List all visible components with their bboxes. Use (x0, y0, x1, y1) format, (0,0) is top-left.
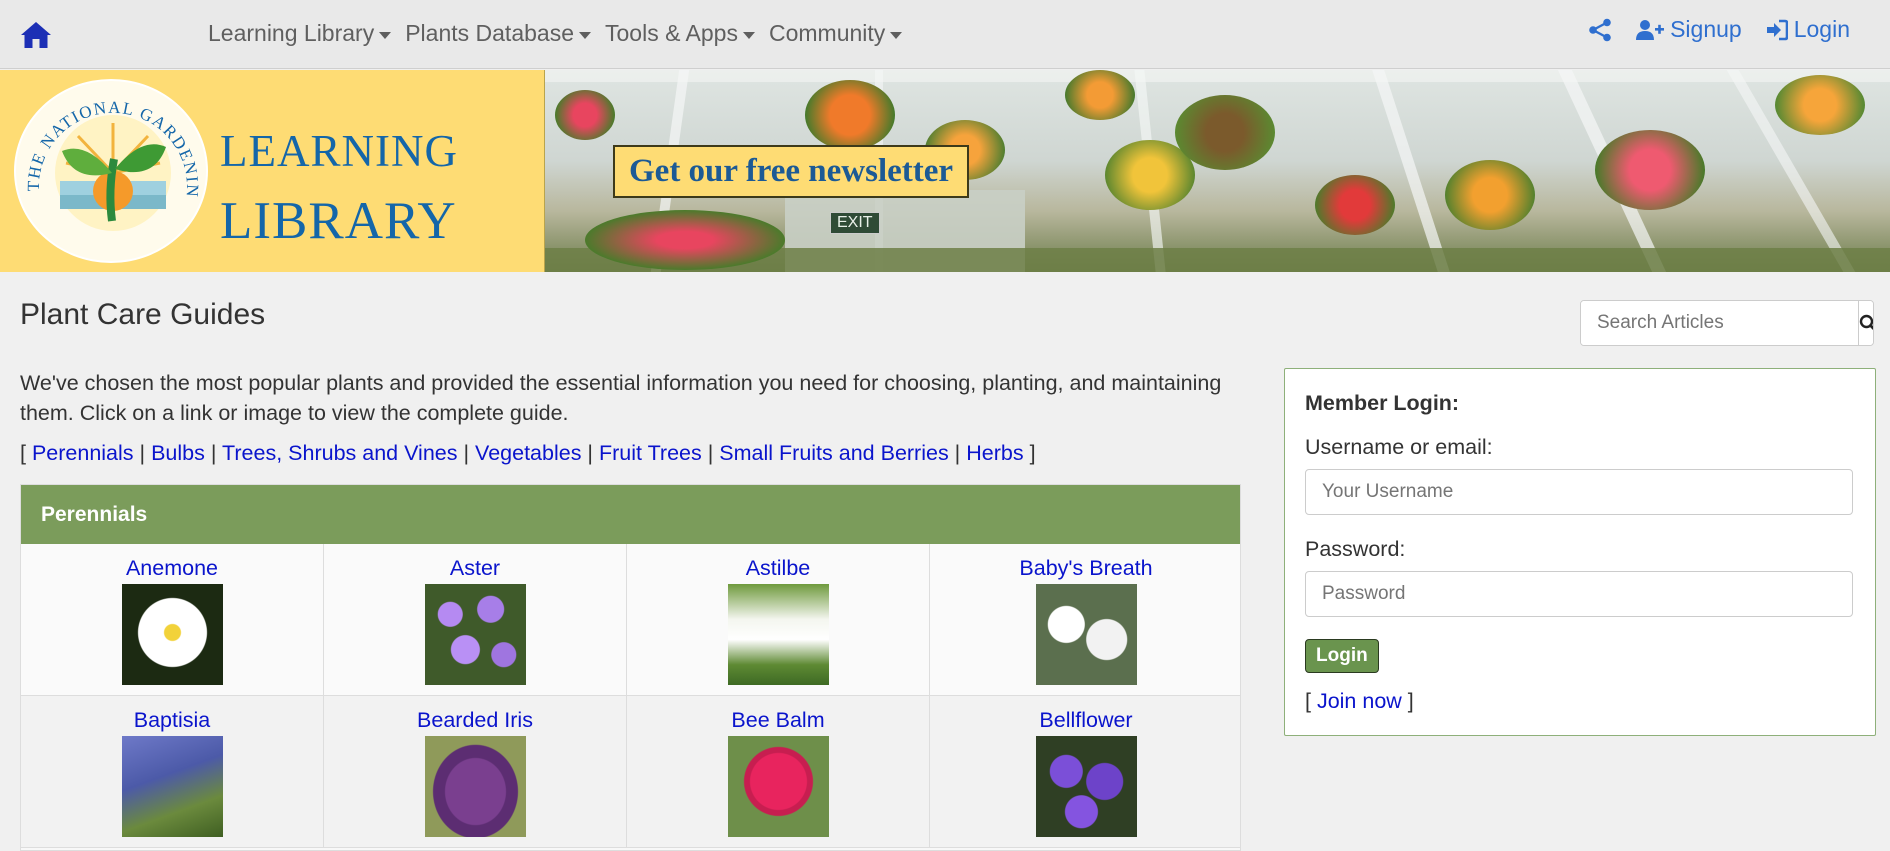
plant-link[interactable]: Aster (450, 556, 500, 581)
login-button[interactable]: Login (1305, 639, 1379, 673)
article-search (1580, 300, 1874, 346)
category-vegetables[interactable]: Vegetables (475, 441, 581, 465)
join-now-link[interactable]: Join now (1317, 689, 1402, 713)
plant-thumbnail[interactable] (121, 584, 223, 685)
plant-thumbnail[interactable] (727, 584, 829, 685)
username-label: Username or email: (1305, 435, 1493, 459)
menu-plants-database[interactable]: Plants Database (405, 20, 591, 47)
plant-thumbnail[interactable] (727, 736, 829, 837)
menu-community[interactable]: Community (769, 20, 903, 47)
category-herbs[interactable]: Herbs (966, 441, 1023, 465)
nga-seal-logo: THE NATIONAL GARDENING ASSOCIATION (14, 79, 208, 263)
category-trees-shrubs-vines[interactable]: Trees, Shrubs and Vines (222, 441, 457, 465)
plant-thumbnail[interactable] (424, 736, 526, 837)
signup-link[interactable]: Signup (1636, 16, 1742, 43)
greenhouse-photo: EXIT Get our free newsletter (545, 70, 1890, 272)
login-link[interactable]: Login (1766, 16, 1850, 43)
plant-card-bellflower[interactable]: Bellflower (930, 696, 1240, 848)
plant-link[interactable]: Astilbe (746, 556, 811, 581)
caret-down-icon (890, 31, 903, 39)
plant-card-bee-balm[interactable]: Bee Balm (627, 696, 930, 848)
share-icon (1589, 18, 1611, 41)
intro-text: We've chosen the most popular plants and… (20, 371, 1222, 425)
member-login-panel: Member Login: Username or email: Passwor… (1284, 368, 1876, 736)
join-now: [ Join now ] (1305, 689, 1414, 713)
plant-link[interactable]: Baptisia (134, 708, 211, 733)
newsletter-button[interactable]: Get our free newsletter (613, 145, 970, 198)
category-fruit-trees[interactable]: Fruit Trees (599, 441, 702, 465)
caret-down-icon (579, 31, 591, 39)
category-links: [ Perennials | Bulbs | Trees, Shrubs and… (20, 441, 1036, 465)
sign-in-icon (1766, 19, 1788, 40)
username-input[interactable] (1305, 469, 1853, 515)
plant-thumbnail[interactable] (1035, 584, 1137, 685)
category-small-fruits-berries[interactable]: Small Fruits and Berries (719, 441, 948, 465)
category-bulbs[interactable]: Bulbs (151, 441, 205, 465)
share-button[interactable] (1588, 18, 1612, 42)
plant-grid: Anemone Aster Astilbe Baby's Breath Bapt… (21, 544, 1240, 848)
password-label: Password: (1305, 537, 1406, 561)
exit-sign: EXIT (830, 212, 880, 234)
perennials-panel: Perennials Anemone Aster Astilbe Baby's … (20, 484, 1241, 851)
plant-link[interactable]: Bee Balm (731, 708, 824, 733)
plant-card-aster[interactable]: Aster (324, 544, 627, 696)
search-icon (1859, 314, 1873, 330)
panel-heading: Perennials (21, 485, 1240, 544)
plant-card-babys-breath[interactable]: Baby's Breath (930, 544, 1240, 696)
caret-down-icon (742, 31, 755, 39)
account-links: Signup Login (1588, 16, 1850, 43)
plant-card-astilbe[interactable]: Astilbe (627, 544, 930, 696)
plant-thumbnail[interactable] (1035, 736, 1137, 837)
site-banner: THE NATIONAL GARDENING ASSOCIATION Learn… (0, 70, 1890, 272)
home-icon[interactable] (20, 20, 52, 50)
menu-learning-library[interactable]: Learning Library (208, 20, 392, 47)
page-title: Plant Care Guides (20, 298, 266, 331)
login-heading: Member Login: (1305, 391, 1460, 415)
password-input[interactable] (1305, 571, 1853, 617)
plant-link[interactable]: Bellflower (1039, 708, 1132, 733)
search-button[interactable] (1858, 301, 1873, 345)
user-plus-icon (1636, 19, 1665, 40)
plant-thumbnail[interactable] (121, 736, 223, 837)
plant-thumbnail[interactable] (424, 584, 526, 685)
main-menu: Learning Library Plants Database Tools &… (208, 20, 903, 47)
caret-down-icon (379, 31, 392, 39)
logo-word-library: Library (220, 171, 457, 255)
plant-card-anemone[interactable]: Anemone (21, 544, 324, 696)
plant-link[interactable]: Anemone (126, 556, 218, 581)
plant-link[interactable]: Baby's Breath (1019, 556, 1152, 581)
plant-card-baptisia[interactable]: Baptisia (21, 696, 324, 848)
menu-tools-apps[interactable]: Tools & Apps (605, 20, 755, 47)
top-navbar: Learning Library Plants Database Tools &… (0, 0, 1890, 69)
category-perennials[interactable]: Perennials (32, 441, 134, 465)
learning-library-logo[interactable]: THE NATIONAL GARDENING ASSOCIATION Learn… (0, 70, 545, 272)
plant-link[interactable]: Bearded Iris (417, 708, 533, 733)
plant-card-bearded-iris[interactable]: Bearded Iris (324, 696, 627, 848)
search-input[interactable] (1581, 301, 1858, 345)
